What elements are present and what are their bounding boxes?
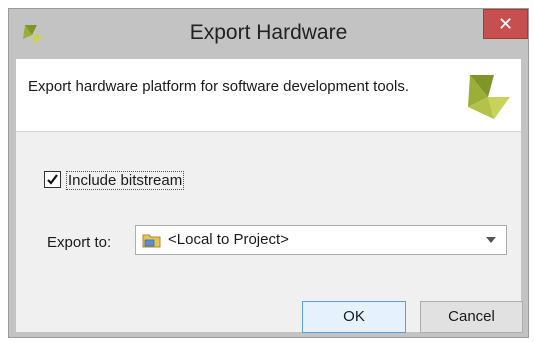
close-button[interactable]: ✕ xyxy=(483,9,528,39)
title-bar[interactable]: Export Hardware ✕ xyxy=(9,9,528,59)
include-bitstream-label[interactable]: Include bitstream xyxy=(66,171,185,190)
header-description: Export hardware platform for software de… xyxy=(28,78,410,95)
folder-icon xyxy=(142,234,161,248)
export-hardware-dialog: Export Hardware ✕ Export hardware platfo… xyxy=(8,8,529,338)
export-to-value: <Local to Project> xyxy=(168,231,289,248)
ok-button[interactable]: OK xyxy=(302,301,406,333)
chevron-down-icon xyxy=(486,237,496,243)
window-title: Export Hardware xyxy=(189,21,348,44)
cancel-button[interactable]: Cancel xyxy=(420,301,523,333)
include-bitstream-checkbox[interactable] xyxy=(44,171,61,188)
export-to-dropdown[interactable]: <Local to Project> xyxy=(135,225,507,255)
header-panel: Export hardware platform for software de… xyxy=(16,59,521,132)
checkmark-icon xyxy=(47,174,58,185)
vivado-logo-icon xyxy=(468,75,510,119)
export-to-label: Export to: xyxy=(47,234,112,251)
dialog-body: Export hardware platform for software de… xyxy=(16,59,523,333)
